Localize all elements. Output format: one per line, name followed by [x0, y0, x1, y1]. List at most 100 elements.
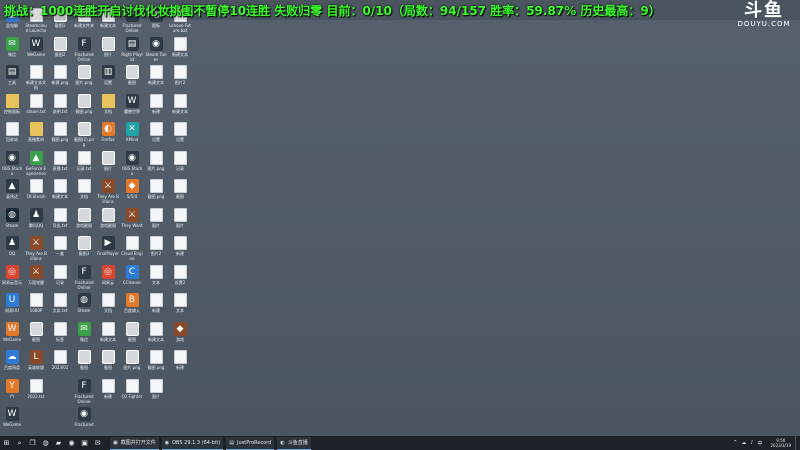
desktop-icon[interactable]: 截图: [97, 350, 119, 375]
desktop-icon[interactable]: 截图: [25, 321, 47, 347]
desktop-icon[interactable]: 2023/01: [49, 350, 71, 375]
desktop-icon[interactable]: 截图3: [73, 236, 95, 261]
desktop-icon[interactable]: 2023.txt: [25, 378, 47, 404]
desktop-icon[interactable]: 标签: [49, 321, 71, 347]
show-desktop-button[interactable]: [795, 436, 800, 450]
desktop-icon[interactable]: ◆ 5/5/4: [121, 179, 143, 204]
desktop-icon[interactable]: 截图.png: [73, 93, 95, 119]
desktop-icon[interactable]: 直播.txt: [49, 150, 71, 176]
desktop-icon[interactable]: 新建文本: [169, 36, 191, 62]
desktop-icon[interactable]: 记录.txt: [73, 150, 95, 176]
desktop-icon[interactable]: 设置2: [169, 264, 191, 290]
desktop-icon[interactable]: 图片: [169, 207, 191, 233]
desktop-icon[interactable]: 文本: [169, 293, 191, 318]
desktop-icon[interactable]: ◉ Fractured: [73, 407, 95, 432]
desktop-icon[interactable]: 游戏截图: [73, 207, 95, 233]
desktop-icon[interactable]: 图片.png: [145, 150, 167, 176]
taskbar-task[interactable]: ▤ JustProRecord: [226, 436, 275, 450]
desktop-icon[interactable]: W WeGame: [1, 321, 23, 347]
desktop-icon[interactable]: 回收站: [1, 122, 23, 147]
desktop-icon[interactable]: 截图.png: [145, 179, 167, 204]
desktop-icon[interactable]: F Fractured Online: [73, 378, 95, 404]
desktop-icon[interactable]: ▶ FinalPlayer: [97, 236, 119, 261]
desktop-icon[interactable]: L 英雄联盟: [25, 350, 47, 375]
desktop-icon[interactable]: 图片: [97, 36, 119, 62]
tray-icon[interactable]: ☁: [741, 440, 746, 447]
desktop-icon[interactable]: 新建: [145, 293, 167, 318]
desktop-icon[interactable]: 文档: [73, 179, 95, 204]
desktop-icon[interactable]: 1K-Steam: [25, 179, 47, 204]
desktop-icon[interactable]: 截图: [121, 65, 143, 90]
desktop-icon[interactable]: 截图.png: [49, 122, 71, 147]
desktop-icon[interactable]: 新建: [169, 350, 191, 375]
desktop-icon[interactable]: ▲ 英伟达: [1, 179, 23, 204]
desktop-icon[interactable]: 图片: [145, 378, 167, 404]
taskbar-task[interactable]: ▣ 截图并打开文件: [110, 436, 159, 450]
desktop-icon[interactable]: 一盒: [49, 236, 71, 261]
desktop-icon[interactable]: 文档: [97, 293, 119, 318]
search-icon[interactable]: ⌕: [13, 436, 26, 450]
desktop-icon[interactable]: ♟ 腾讯QQ: [25, 207, 47, 233]
clock[interactable]: 9:50 2023/3/19: [766, 438, 795, 448]
desktop-icon[interactable]: ◎ 网易云: [97, 264, 119, 290]
desktop-icon[interactable]: 文档: [97, 93, 119, 119]
desktop-icon[interactable]: ♟ QQ: [1, 236, 23, 261]
desktop-icon[interactable]: ⚔ They Want: [121, 207, 143, 233]
desktop-icon[interactable]: ◆ 游戏: [169, 321, 191, 347]
desktop-icon[interactable]: Q2 Fighter: [121, 378, 143, 404]
desktop-icon[interactable]: ⚔ They Are Billions: [25, 236, 47, 261]
desktop-icon[interactable]: ✉ 微信: [73, 321, 95, 347]
desktop-icon[interactable]: 游戏截图: [97, 207, 119, 233]
desktop-icon[interactable]: ◍ Steam: [73, 293, 95, 318]
desktop-icon[interactable]: 截图: [73, 350, 95, 375]
start-icon[interactable]: ⊞: [0, 436, 13, 450]
taskbar-task[interactable]: ◐ 斗鱼直播: [277, 436, 311, 450]
desktop-icon[interactable]: 文本: [145, 264, 167, 290]
desktop-icon[interactable]: F Fractured Online: [73, 36, 95, 62]
desktop-icon[interactable]: 截图: [169, 179, 191, 204]
desktop-icon[interactable]: 新建: [169, 236, 191, 261]
desktop-icon[interactable]: 图片2: [145, 236, 167, 261]
desktop-icon[interactable]: ◉ OBS Studio: [1, 150, 23, 176]
desktop-icon[interactable]: 截图.png: [145, 350, 167, 375]
desktop-icon[interactable]: 截图: [121, 321, 143, 347]
desktop-icon[interactable]: 文本.txt: [49, 293, 71, 318]
desktop-icon[interactable]: steam.txt: [25, 93, 47, 119]
desktop-icon[interactable]: 新建.png: [49, 65, 71, 90]
desktop-icon[interactable]: ▤ 工具: [1, 65, 23, 90]
tray-icon[interactable]: ^: [733, 440, 737, 447]
desktop-icon[interactable]: 记录: [169, 150, 191, 176]
desktop-icon[interactable]: 新建文本: [145, 65, 167, 90]
desktop-icon[interactable]: ◐ Firefox: [97, 122, 119, 147]
desktop-icon[interactable]: ☁ 百度网盘: [1, 350, 23, 375]
desktop-icon[interactable]: ◍ Steam: [1, 207, 23, 233]
desktop-icon[interactable]: ✕ XMind: [121, 122, 143, 147]
file-explorer-icon[interactable]: ▰: [52, 436, 65, 450]
desktop-icon[interactable]: F Fractured Online: [73, 264, 95, 290]
desktop-icon[interactable]: 截图(2).png: [73, 122, 95, 147]
desktop-icon[interactable]: 新建文本: [97, 321, 119, 347]
tray-icon[interactable]: ♪: [750, 440, 753, 447]
desktop-icon[interactable]: W WeGame: [1, 407, 23, 432]
desktop-icon[interactable]: 控制面板: [1, 93, 23, 119]
desktop-icon[interactable]: 记录: [49, 264, 71, 290]
desktop-icon[interactable]: W 魔兽世界: [121, 93, 143, 119]
desktop-icon[interactable]: B 百度输入: [121, 293, 143, 318]
desktop-icon[interactable]: 图片.png: [73, 65, 95, 90]
desktop-icon[interactable]: 新建文本文档: [25, 65, 47, 90]
desktop-icon[interactable]: 新建文本: [145, 321, 167, 347]
task-view-icon[interactable]: ❐: [26, 436, 39, 450]
desktop-icon[interactable]: 设置: [145, 122, 167, 147]
desktop-icon[interactable]: U 网易UU: [1, 293, 23, 318]
desktop-icon[interactable]: 图片: [145, 207, 167, 233]
desktop-icon[interactable]: ◉ Steam Tunes: [145, 36, 167, 62]
desktop-icon[interactable]: ◉ OBS Studio: [121, 150, 143, 176]
desktop-icon[interactable]: ⚔ They Are Billions: [97, 179, 119, 204]
desktop-icon[interactable]: 新建文本: [169, 93, 191, 119]
desktop-icon[interactable]: 图片2: [169, 65, 191, 90]
desktop-icon[interactable]: C CCleaner: [121, 264, 143, 290]
browser-icon[interactable]: ◍: [39, 436, 52, 450]
desktop-icon[interactable]: ▤ Right Playlist: [121, 36, 143, 62]
tray-icon[interactable]: 中: [757, 440, 762, 447]
desktop-icon[interactable]: 1080P: [25, 293, 47, 318]
